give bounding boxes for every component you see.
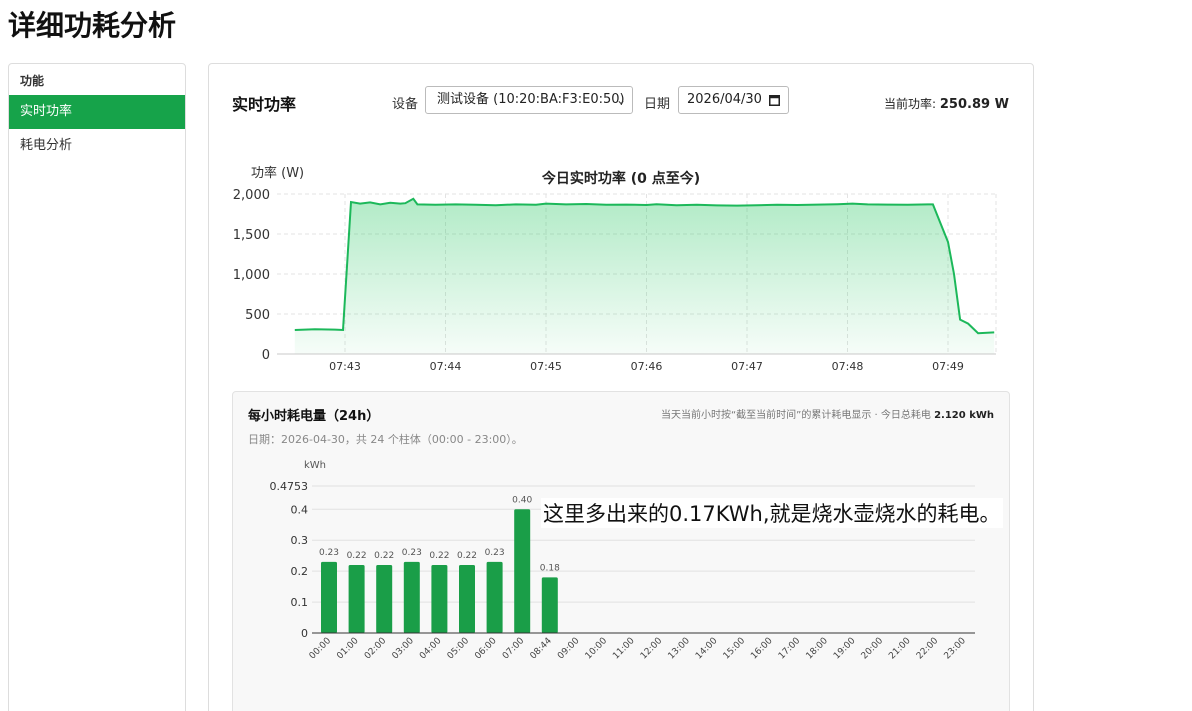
hourly-title: 每小时耗电量（24h） [248,409,380,424]
realtime-chart-title: 今日实时功率 (0 点至今) [541,170,700,187]
hourly-note: 当天当前小时按“截至当前时间”的累计耗电显示 · 今日总耗电 2.120 kWh [661,406,994,421]
realtime-power-chart: 功率 (W) 今日实时功率 (0 点至今) 0 500 1,000 1,500 2,00… [233,165,997,373]
realtime-xtick-label: 07:48 [832,360,864,373]
realtime-ytick-label: 500 [245,308,270,323]
realtime-xtick-label: 07:47 [731,360,763,373]
hourly-total: 2.120 kWh [934,410,994,421]
realtime-ytick-label: 1,000 [233,268,270,283]
realtime-area-fill [294,198,995,354]
realtime-xtick-label: 07:45 [530,360,562,373]
realtime-xtick-label: 07:49 [932,360,964,373]
realtime-xtick-label: 07:43 [329,360,361,373]
realtime-xtick-label: 07:44 [430,360,462,373]
realtime-ytick-label: 1,500 [233,228,270,243]
realtime-ytick-label: 2,000 [233,188,270,203]
realtime-xtick-label: 07:46 [631,360,663,373]
hourly-note-text: 当天当前小时按“截至当前时间”的累计耗电显示 · 今日总耗电 [660,410,931,421]
hourly-subtitle: 日期：2026-04-30，共 24 个柱体（00:00 - 23:00）。 [248,433,523,446]
realtime-chart-ylabel: 功率 (W) [251,165,304,181]
annotation-text: 这里多出来的0.17KWh,就是烧水壶烧水的耗电。 [541,498,1003,528]
realtime-ytick-label: 0 [262,348,270,363]
